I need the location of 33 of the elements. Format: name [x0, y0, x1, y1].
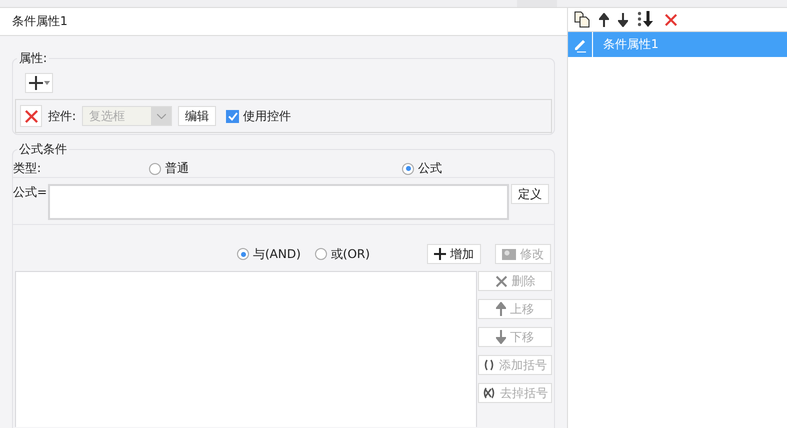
close-icon: [494, 274, 508, 288]
define-button[interactable]: 定义: [511, 184, 550, 204]
parentheses-icon: [483, 359, 495, 371]
formula-label: 公式=: [13, 184, 48, 201]
chevron-icon: [156, 114, 166, 118]
add-dropdown-button[interactable]: [25, 73, 53, 93]
radio-option[interactable]: 公式: [402, 160, 442, 177]
move-down-icon: [618, 12, 628, 26]
plus-icon: [28, 76, 42, 90]
delete-icon: [24, 108, 38, 124]
use-control-checkbox[interactable]: 使用控件: [226, 108, 292, 124]
panel-title: 条件属性1: [12, 13, 68, 30]
edit-button[interactable]: 编辑: [178, 106, 216, 126]
formula-field[interactable]: [48, 184, 510, 220]
plus-icon: [434, 248, 446, 260]
add-button[interactable]: 增加: [427, 244, 481, 264]
radio-option[interactable]: 或(OR): [314, 246, 370, 262]
type-label: 类型:: [13, 160, 42, 177]
group-legend: 公式条件: [17, 141, 69, 158]
radio-option[interactable]: 与(AND): [237, 246, 301, 262]
checkmark-icon: [228, 112, 238, 120]
radio-option[interactable]: 普通: [149, 160, 189, 177]
remove-button[interactable]: [20, 105, 42, 127]
group-legend: 属性:: [17, 50, 50, 67]
caret-icon: [44, 81, 50, 85]
parentheses-cross-icon: [482, 387, 496, 399]
delete-icon: [664, 12, 678, 26]
control-label: 控件:: [48, 108, 76, 124]
move-to-bottom-icon[interactable]: [637, 11, 655, 28]
down-arrow-icon: [496, 330, 506, 344]
move-up-icon: [599, 12, 609, 26]
copy-icon[interactable]: [574, 11, 590, 28]
up-arrow-icon: [496, 302, 506, 316]
